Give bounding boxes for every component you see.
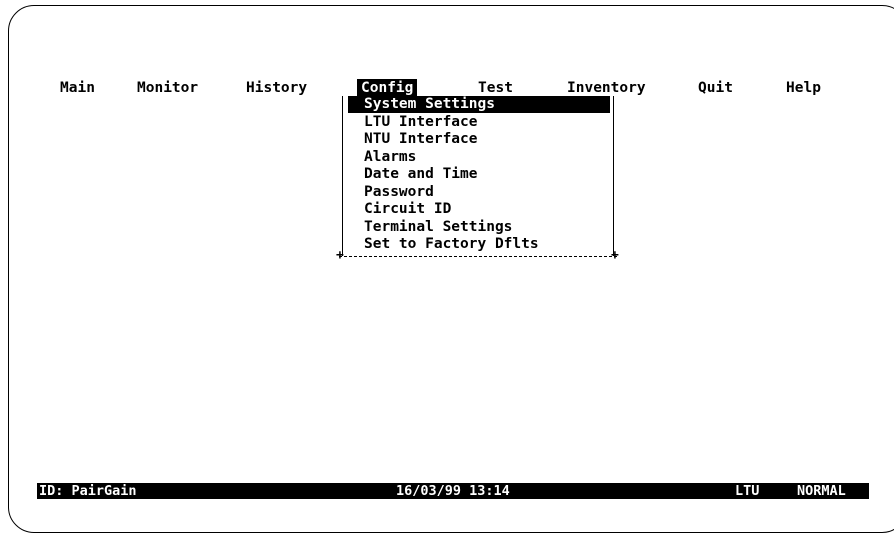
config-item-password[interactable]: Password bbox=[364, 184, 434, 201]
menu-history[interactable]: History bbox=[246, 79, 307, 97]
menu-config[interactable]: Config bbox=[357, 79, 418, 97]
config-item-alarms[interactable]: Alarms bbox=[364, 149, 416, 166]
dropdown-right-border bbox=[613, 96, 614, 256]
config-item-system-settings[interactable]: System Settings bbox=[348, 96, 610, 113]
menu-inventory[interactable]: Inventory bbox=[567, 79, 646, 97]
menu-test[interactable]: Test bbox=[478, 79, 513, 97]
dropdown-bottom-border bbox=[339, 256, 617, 257]
menu-help[interactable]: Help bbox=[786, 79, 821, 97]
config-item-set-to-factory-dflts[interactable]: Set to Factory Dflts bbox=[364, 236, 539, 253]
status-bar: ID: PairGain 16/03/99 13:14 LTU NORMAL bbox=[37, 483, 869, 499]
status-datetime: 16/03/99 13:14 bbox=[396, 483, 510, 499]
config-item-ltu-interface[interactable]: LTU Interface bbox=[364, 114, 478, 131]
status-mode: NORMAL bbox=[797, 483, 846, 499]
config-item-date-and-time[interactable]: Date and Time bbox=[364, 166, 478, 183]
status-id: ID: PairGain bbox=[39, 483, 137, 499]
dropdown-corner-right: + bbox=[611, 248, 619, 263]
menu-quit[interactable]: Quit bbox=[698, 79, 733, 97]
dropdown-corner-left: + bbox=[336, 248, 344, 263]
menu-main[interactable]: Main bbox=[60, 79, 95, 97]
menu-monitor[interactable]: Monitor bbox=[137, 79, 198, 97]
config-item-terminal-settings[interactable]: Terminal Settings bbox=[364, 219, 512, 236]
config-dropdown-menu: + + System Settings LTU Interface NTU In… bbox=[336, 96, 619, 266]
status-unit: LTU bbox=[735, 483, 760, 499]
config-item-circuit-id[interactable]: Circuit ID bbox=[364, 201, 451, 218]
config-item-ntu-interface[interactable]: NTU Interface bbox=[364, 131, 478, 148]
dropdown-left-border bbox=[342, 96, 343, 256]
